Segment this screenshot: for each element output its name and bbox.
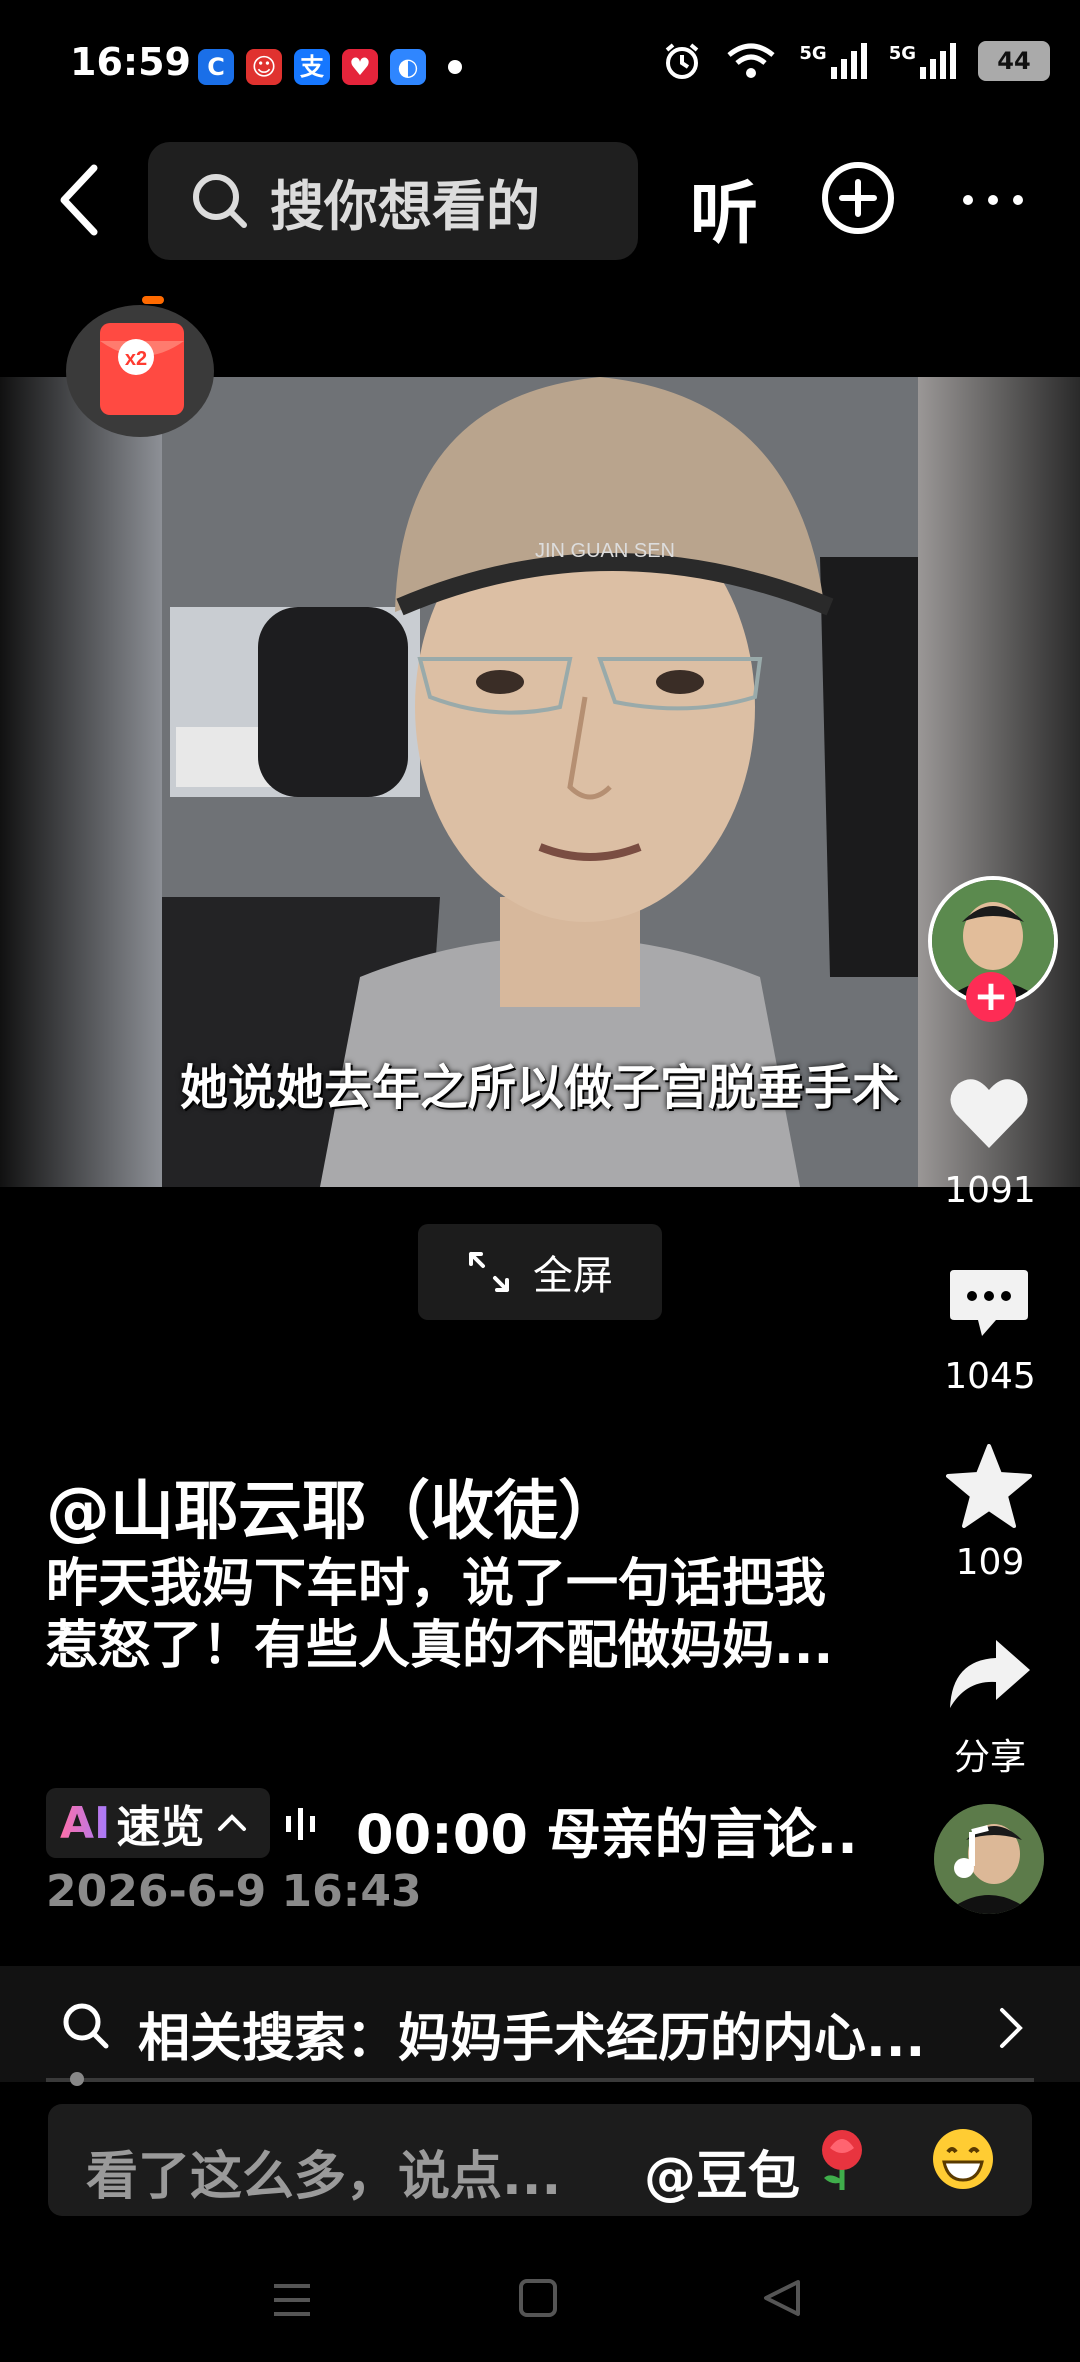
battery-indicator: 44 <box>978 41 1050 81</box>
status-time: 16:59 <box>70 40 191 84</box>
like-count: 1091 <box>944 1170 1036 1211</box>
search-icon <box>193 174 247 228</box>
create-button[interactable] <box>820 160 896 236</box>
plus-icon: + <box>973 971 1009 1020</box>
related-search-text: 相关搜索：妈妈手术经历的内心... <box>138 2009 926 2069</box>
system-nav-bar <box>0 2250 1080 2362</box>
app-icon-red-heart: ♥ <box>342 49 378 85</box>
plus-circle-icon <box>822 162 894 234</box>
music-disc-icon <box>934 1804 1044 1914</box>
app-icon-red-cartoon: ☺ <box>246 49 282 85</box>
ai-summary-label: 速览 <box>116 1802 205 1853</box>
more-button[interactable] <box>958 175 1028 225</box>
search-icon <box>63 2003 109 2049</box>
post-date: 2026-6-9 16:43 <box>46 1866 422 1917</box>
menu-icon[interactable] <box>272 2280 312 2320</box>
signal-5g-2: 5G <box>889 43 956 79</box>
music-disc-button[interactable] <box>934 1804 1044 1914</box>
status-bar: 16:59 C ☺ 支 ♥ ◐ 5G 5G 44 <box>0 0 1080 130</box>
audio-wave-icon <box>284 1806 328 1846</box>
ai-mark: AI <box>60 1797 111 1849</box>
doubao-mention-button[interactable]: @豆包 <box>644 2134 800 2209</box>
chevron-left-icon <box>60 164 98 236</box>
app-icon-blue-browser: ◐ <box>390 49 426 85</box>
related-search-bar[interactable]: 相关搜索：妈妈手术经历的内心... <box>0 1966 1080 2082</box>
fullscreen-label: 全屏 <box>533 1253 613 1299</box>
chevron-right-icon <box>1000 2008 1023 2048</box>
star-icon <box>946 1444 1032 1528</box>
back-triangle-icon[interactable] <box>762 2278 802 2318</box>
net-type-label: 5G <box>799 43 827 64</box>
ai-summary-button[interactable]: AI 速览 <box>46 1788 270 1858</box>
red-packet-multiplier: x2 <box>125 348 147 370</box>
home-square-icon[interactable] <box>518 2278 558 2318</box>
app-icon-alipay: 支 <box>294 49 330 85</box>
video-subtitle: 她说她去年之所以做子宫脱垂手术 <box>179 1060 900 1116</box>
listen-button[interactable]: 听 <box>690 158 758 257</box>
more-dots-icon <box>963 195 1023 205</box>
video-progress-handle[interactable] <box>70 2072 84 2086</box>
favorite-button[interactable] <box>946 1444 1032 1532</box>
cap-text: JIN GUAN SEN <box>535 540 675 562</box>
expand-icon <box>469 1252 509 1292</box>
notification-dot <box>448 60 462 74</box>
back-button[interactable] <box>50 160 110 240</box>
video-player[interactable]: JIN GUAN SEN 她说她去年之所以做子宫脱垂手术 <box>0 377 1080 1187</box>
chapter-link[interactable]: 00:00 母亲的言论.. <box>356 1790 858 1869</box>
comment-count: 1045 <box>944 1356 1036 1397</box>
heart-icon <box>950 1079 1028 1148</box>
share-arrow-icon <box>950 1640 1030 1708</box>
fullscreen-button[interactable]: 全屏 <box>418 1224 662 1320</box>
grin-emoji-icon[interactable] <box>930 2126 996 2192</box>
post-caption[interactable]: 昨天我妈下车时，说了一句话把我惹怒了！有些人真的不配做妈妈... <box>46 1553 846 1677</box>
comment-button[interactable] <box>948 1266 1030 1346</box>
share-label: 分享 <box>953 1737 1026 1778</box>
rose-emoji-icon[interactable] <box>810 2126 874 2192</box>
net-type-label: 5G <box>888 43 916 64</box>
search-placeholder: 搜你想看的 <box>270 174 540 238</box>
status-indicators: 5G 5G 44 <box>661 40 1050 82</box>
comment-placeholder: 看了这么多，说点... <box>86 2147 562 2207</box>
wifi-icon <box>727 43 775 78</box>
follow-button[interactable]: + <box>966 972 1016 1022</box>
red-packet-button[interactable]: x2 <box>66 305 214 437</box>
app-icon-blue-c: C <box>198 49 234 85</box>
red-packet-timer <box>142 296 164 304</box>
author-name[interactable]: @山耶云耶（收徒） <box>46 1460 622 1552</box>
video-progress-bar[interactable] <box>46 2078 1034 2082</box>
signal-5g-1: 5G <box>799 43 867 79</box>
chevron-up-icon <box>218 1814 247 1831</box>
red-envelope-icon: x2 <box>100 323 184 415</box>
share-button[interactable] <box>946 1636 1032 1716</box>
search-input[interactable]: 搜你想看的 <box>148 142 638 260</box>
favorite-count: 109 <box>955 1542 1025 1583</box>
comment-icon <box>950 1270 1028 1336</box>
comment-input[interactable]: 看了这么多，说点... @豆包 <box>48 2104 1032 2216</box>
like-button[interactable] <box>948 1076 1030 1154</box>
alarm-icon <box>666 43 699 79</box>
